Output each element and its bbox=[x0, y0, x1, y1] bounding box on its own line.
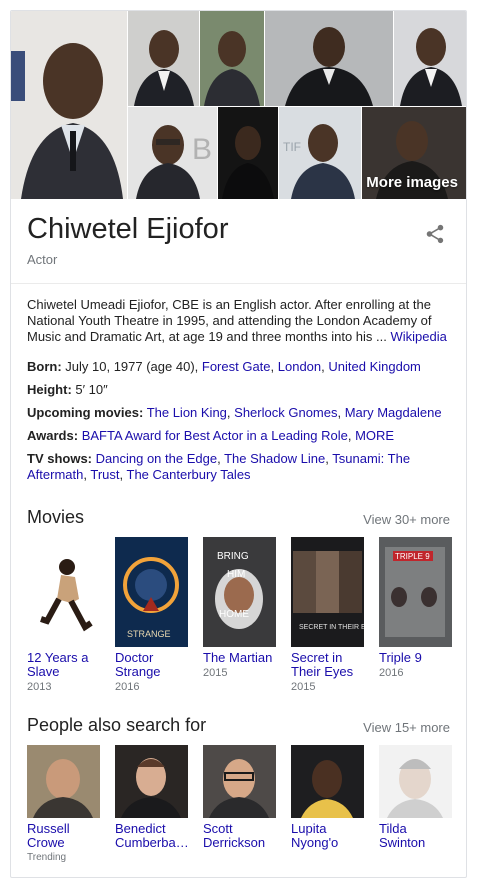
svg-text:BRING: BRING bbox=[217, 551, 249, 562]
person-trending: Trending bbox=[27, 852, 67, 863]
fact-born: Born: July 10, 1977 (age 40), Forest Gat… bbox=[27, 359, 421, 374]
photo-4[interactable] bbox=[265, 11, 393, 106]
person-photo-lupita-nyongo[interactable] bbox=[291, 745, 364, 818]
person-photo-benedict-cumberbatch[interactable] bbox=[115, 745, 188, 818]
movie-year: 2013 bbox=[27, 681, 52, 693]
description: Chiwetel Umeadi Ejiofor, CBE is an Engli… bbox=[27, 297, 453, 345]
photo-5[interactable] bbox=[394, 11, 466, 106]
person-name[interactable]: Scott Derrickson bbox=[203, 822, 277, 850]
fact-tv-shows: TV shows: Dancing on the Edge, The Shado… bbox=[27, 451, 411, 482]
movies-heading: Movies bbox=[27, 507, 85, 527]
movie-title[interactable]: Triple 9 bbox=[379, 651, 453, 665]
more-images-label[interactable]: More images bbox=[366, 174, 458, 191]
svg-text:HIM: HIM bbox=[227, 569, 245, 580]
movie-card[interactable]: SECRET IN THEIR EYES Secret in Their Eye… bbox=[291, 537, 365, 693]
movie-title[interactable]: The Martian bbox=[203, 651, 277, 665]
svg-text:HOME: HOME bbox=[219, 609, 249, 620]
link-more-awards[interactable]: MORE bbox=[355, 428, 394, 443]
fact-upcoming-movies: Upcoming movies: The Lion King, Sherlock… bbox=[27, 405, 442, 420]
person-card[interactable]: Lupita Nyong'o bbox=[291, 745, 365, 850]
fact-label: Born: bbox=[27, 359, 62, 374]
people-heading: People also search for bbox=[27, 715, 207, 735]
movie-card[interactable]: STRANGE Doctor Strange 2016 bbox=[115, 537, 189, 693]
link-dancing-on-the-edge[interactable]: Dancing on the Edge bbox=[96, 451, 217, 466]
person-name[interactable]: Lupita Nyong'o bbox=[291, 822, 365, 850]
person-card[interactable]: Tilda Swinton bbox=[379, 745, 453, 850]
photo-6[interactable]: B bbox=[128, 107, 217, 199]
movie-poster-secret-in-their-eyes[interactable]: SECRET IN THEIR EYES bbox=[291, 537, 364, 647]
person-name[interactable]: Tilda Swinton bbox=[379, 822, 453, 850]
link-forest-gate[interactable]: Forest Gate bbox=[202, 359, 271, 374]
photo-8[interactable]: TIF bbox=[279, 107, 361, 199]
svg-text:TRIPLE 9: TRIPLE 9 bbox=[395, 552, 430, 561]
person-name[interactable]: Russell Crowe bbox=[27, 822, 101, 850]
entity-title: Chiwetel Ejiofor bbox=[27, 213, 229, 245]
fact-height: Height: 5′ 10″ bbox=[27, 382, 453, 398]
movie-poster-triple-9[interactable]: TRIPLE 9 bbox=[379, 537, 452, 647]
movie-year: 2015 bbox=[291, 681, 316, 693]
person-card[interactable]: Russell Crowe Trending bbox=[27, 745, 101, 863]
link-bafta-award[interactable]: BAFTA Award for Best Actor in a Leading … bbox=[82, 428, 348, 443]
people-view-more[interactable]: View 15+ more bbox=[363, 720, 450, 735]
entity-subtitle: Actor bbox=[27, 252, 58, 267]
wikipedia-link[interactable]: Wikipedia bbox=[390, 329, 446, 344]
fact-value: July 10, 1977 (age 40), bbox=[61, 359, 202, 374]
link-the-canterbury-tales[interactable]: The Canterbury Tales bbox=[127, 467, 251, 482]
movie-year: 2016 bbox=[115, 681, 140, 693]
photo-2[interactable] bbox=[128, 11, 199, 106]
movies-view-more[interactable]: View 30+ more bbox=[363, 512, 450, 527]
fact-awards: Awards: BAFTA Award for Best Actor in a … bbox=[27, 428, 395, 443]
fact-label: Height: bbox=[27, 382, 72, 397]
link-the-shadow-line[interactable]: The Shadow Line bbox=[224, 451, 325, 466]
svg-text:B: B bbox=[192, 133, 212, 166]
person-photo-scott-derrickson[interactable] bbox=[203, 745, 276, 818]
movie-title[interactable]: Secret in Their Eyes bbox=[291, 651, 365, 679]
fact-label: TV shows: bbox=[27, 451, 93, 466]
person-card[interactable]: Scott Derrickson bbox=[203, 745, 277, 850]
movie-poster-12-years-a-slave[interactable] bbox=[27, 537, 100, 647]
photo-7[interactable] bbox=[218, 107, 278, 199]
movie-poster-doctor-strange[interactable]: STRANGE bbox=[115, 537, 188, 647]
person-name[interactable]: Benedict Cumberba… bbox=[115, 822, 189, 850]
movie-year: 2016 bbox=[379, 667, 404, 679]
link-mary-magdalene[interactable]: Mary Magdalene bbox=[345, 405, 442, 420]
main-photo[interactable] bbox=[11, 11, 127, 199]
movie-poster-the-martian[interactable]: BRING HIM HOME bbox=[203, 537, 276, 647]
movie-title[interactable]: 12 Years a Slave bbox=[27, 651, 101, 679]
link-london[interactable]: London bbox=[278, 359, 321, 374]
movie-title[interactable]: Doctor Strange bbox=[115, 651, 189, 679]
link-united-kingdom[interactable]: United Kingdom bbox=[328, 359, 421, 374]
fact-value: 5′ 10″ bbox=[71, 382, 108, 397]
link-the-lion-king[interactable]: The Lion King bbox=[147, 405, 227, 420]
photo-3[interactable] bbox=[200, 11, 264, 106]
link-sherlock-gnomes[interactable]: Sherlock Gnomes bbox=[234, 405, 337, 420]
person-photo-russell-crowe[interactable] bbox=[27, 745, 100, 818]
share-icon[interactable] bbox=[424, 223, 446, 245]
link-trust[interactable]: Trust bbox=[90, 467, 119, 482]
movie-year: 2015 bbox=[203, 667, 228, 679]
svg-text:TIF: TIF bbox=[283, 140, 301, 154]
knowledge-panel: B TIF More images Chiwetel Ejiofor Actor… bbox=[10, 10, 467, 878]
image-grid: B TIF More images bbox=[11, 11, 466, 199]
person-photo-tilda-swinton[interactable] bbox=[379, 745, 452, 818]
movie-card[interactable]: 12 Years a Slave 2013 bbox=[27, 537, 101, 693]
fact-label: Upcoming movies: bbox=[27, 405, 144, 420]
more-images-tile[interactable]: More images bbox=[362, 107, 466, 199]
movie-card[interactable]: BRING HIM HOME The Martian 2015 bbox=[203, 537, 277, 679]
svg-text:SECRET IN THEIR EYES: SECRET IN THEIR EYES bbox=[299, 624, 364, 631]
description-text: Chiwetel Umeadi Ejiofor, CBE is an Engli… bbox=[27, 297, 432, 344]
divider bbox=[11, 283, 466, 284]
person-card[interactable]: Benedict Cumberba… bbox=[115, 745, 189, 850]
movie-card[interactable]: TRIPLE 9 Triple 9 2016 bbox=[379, 537, 453, 679]
fact-label: Awards: bbox=[27, 428, 79, 443]
svg-text:STRANGE: STRANGE bbox=[127, 629, 171, 639]
